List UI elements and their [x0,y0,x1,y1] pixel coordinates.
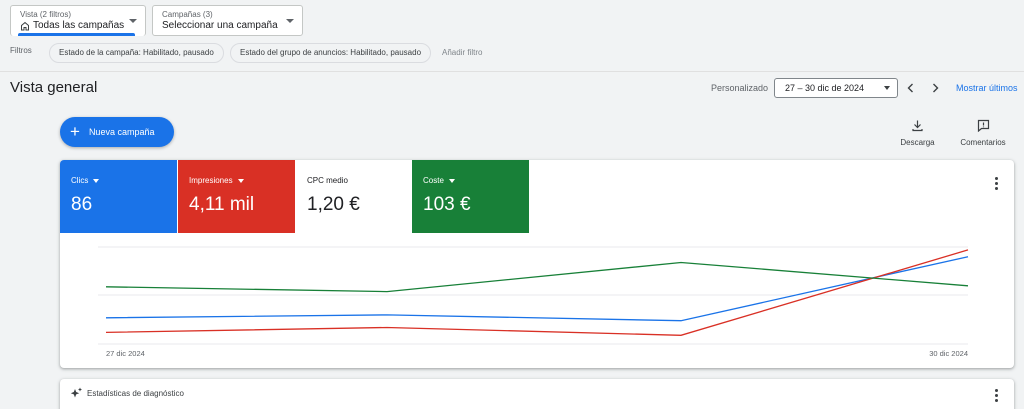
more-options-icon[interactable] [995,177,998,190]
series-line-coste [105,261,969,293]
metric-tile-clicks[interactable]: Clics 86 [60,160,177,233]
sparkle-icon [70,387,82,398]
diagnostics-card: Estadísticas de diagnóstico [60,379,1014,409]
next-period-button[interactable] [927,80,943,96]
metric-tile-avg-cpc[interactable]: CPC medio 1,20 € [296,160,413,233]
chevron-down-icon [93,178,100,183]
filters-label: Filtros [10,46,32,55]
campaign-selector-value: Seleccionar una campaña [162,20,278,31]
download-icon [912,120,923,132]
feedback-icon [977,119,989,132]
show-last-link[interactable]: Mostrar últimos [956,83,1018,93]
download-button[interactable]: Descarga [895,119,940,147]
date-range-value: 27 – 30 dic de 2024 [785,83,865,93]
metric-label: Impresiones [189,176,233,185]
filter-chip-adgroup-status[interactable]: Estado del grupo de anuncios: Habilitado… [230,43,432,63]
active-underline [18,33,135,36]
diagnostics-label: Estadísticas de diagnóstico [87,389,184,398]
download-label: Descarga [900,138,935,147]
chevron-down-icon [286,19,294,23]
metric-label: Coste [423,176,444,185]
x-tick-label: 30 dic 2024 [929,349,968,358]
view-selector-value: Todas las campañas [33,20,125,31]
feedback-label: Comentarios [960,138,1006,147]
previous-period-button[interactable] [903,80,919,96]
home-icon [21,21,29,31]
chevron-left-icon [907,83,913,93]
metric-tile-cost[interactable]: Coste 103 € [412,160,529,233]
metric-label: CPC medio [307,176,348,185]
filter-chip-campaign-status[interactable]: Estado de la campaña: Habilitado, pausad… [49,43,224,63]
metric-value: 103 € [423,194,471,215]
chevron-down-icon [884,86,890,90]
chevron-down-icon [129,19,137,23]
metric-value: 1,20 € [307,194,360,215]
chevron-down-icon [448,178,455,183]
performance-chart: 27 dic 2024 30 dic 2024 [98,246,969,358]
view-selector-label: Vista (2 filtros) [20,10,71,19]
metric-value: 86 [71,194,93,215]
add-filter-link[interactable]: Añadir filtro [442,48,482,57]
feedback-button[interactable]: Comentarios [957,119,1009,147]
chevron-right-icon [933,83,939,93]
view-selector[interactable]: Vista (2 filtros) Todas las campañas [10,5,146,36]
date-range-selector[interactable]: 27 – 30 dic de 2024 [774,78,898,98]
plus-icon: + [70,122,80,141]
performance-card: Clics 86 Impresiones 4,11 mil CPC medio … [60,160,1014,368]
new-campaign-label: Nueva campaña [88,127,155,137]
date-mode-label: Personalizado [711,83,769,93]
divider [0,71,1024,72]
metric-tile-impressions[interactable]: Impresiones 4,11 mil [178,160,295,233]
campaign-selector[interactable]: Campañas (3) Seleccionar una campaña [152,5,303,36]
campaign-selector-label: Campañas (3) [162,10,213,19]
page-title: Vista general [10,79,98,96]
metric-value: 4,11 mil [189,194,255,215]
x-tick-label: 27 dic 2024 [106,349,145,358]
more-options-icon[interactable] [995,389,998,402]
chevron-down-icon [237,178,244,183]
metric-label: Clics [71,176,89,185]
new-campaign-button[interactable]: + Nueva campaña [60,117,174,147]
series-line-impresiones [105,249,969,336]
